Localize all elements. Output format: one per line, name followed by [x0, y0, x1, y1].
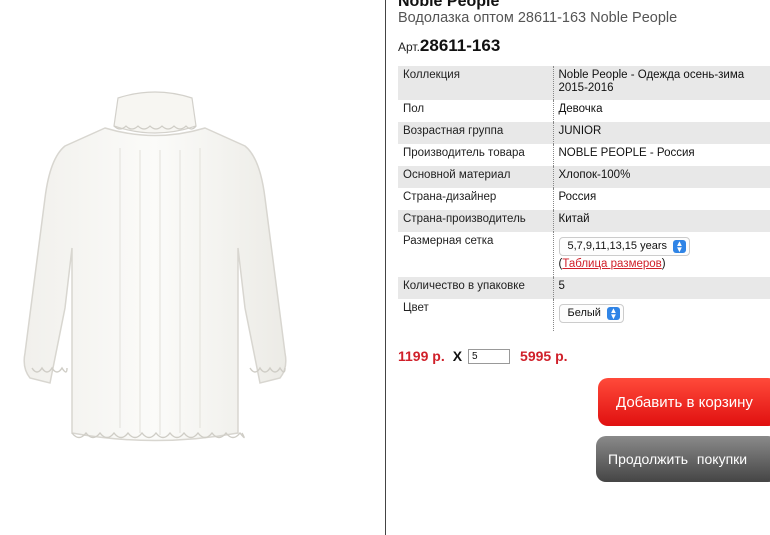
spec-table: Коллекция Noble People - Одежда осень-зи…	[398, 66, 770, 331]
spec-value: 5	[552, 277, 770, 299]
spec-row-production-country: Страна-производитель Китай	[398, 210, 770, 232]
spec-row-design-country: Страна-дизайнер Россия	[398, 188, 770, 210]
spec-value: Россия	[552, 188, 770, 210]
color-select-value: Белый	[567, 307, 601, 319]
select-arrows-icon: ▲ ▼	[672, 239, 686, 253]
spec-label: Коллекция	[398, 66, 553, 100]
spec-label: Возрастная группа	[398, 122, 553, 144]
select-arrows-icon: ▲ ▼	[606, 306, 620, 320]
spec-value: 5,7,9,11,13,15 years ▲ ▼ (Таблица размеро…	[552, 232, 770, 277]
spec-label: Цвет	[398, 299, 553, 331]
size-table-line: (Таблица размеров)	[559, 258, 766, 271]
spec-row-pack-quantity: Количество в упаковке 5	[398, 277, 770, 299]
spec-value: JUNIOR	[552, 122, 770, 144]
spec-label: Страна-производитель	[398, 210, 553, 232]
product-info-pane: Noble People Водолазка оптом 28611-163 N…	[398, 0, 770, 535]
quantity-input[interactable]	[468, 348, 511, 364]
spec-value: Китай	[552, 210, 770, 232]
size-select[interactable]: 5,7,9,11,13,15 years ▲ ▼	[558, 237, 690, 256]
price-row: 1199 р. X 5995 р.	[398, 348, 568, 364]
product-subtitle: Водолазка оптом 28611-163 Noble People	[398, 10, 678, 26]
spec-row-collection: Коллекция Noble People - Одежда осень-зи…	[398, 66, 770, 100]
sweater-icon	[23, 91, 287, 442]
spec-value: Белый ▲ ▼	[552, 299, 770, 331]
continue-shopping-button[interactable]: Продолжить покупки	[596, 436, 770, 482]
size-link-close: )	[661, 258, 666, 270]
spec-row-manufacturer: Производитель товара NOBLE PEOPLE - Росс…	[398, 144, 770, 166]
spec-row-size-grid: Размерная сетка 5,7,9,11,13,15 years ▲ ▼ …	[398, 232, 770, 277]
spec-value: Девочка	[552, 100, 770, 122]
spec-row-age-group: Возрастная группа JUNIOR	[398, 122, 770, 144]
spec-label: Страна-дизайнер	[398, 188, 553, 210]
total-price: 5995 р.	[520, 348, 568, 364]
article-value: 28611-163	[419, 36, 501, 55]
spec-row-gender: Пол Девочка	[398, 100, 770, 122]
spec-value: Noble People - Одежда осень-зима 2015-20…	[552, 66, 770, 100]
product-image-pane	[0, 0, 385, 535]
spec-label: Количество в упаковке	[398, 277, 553, 299]
unit-price: 1199 р.	[398, 348, 445, 364]
add-to-cart-button[interactable]: Добавить в корзину	[598, 378, 770, 426]
color-select[interactable]: Белый ▲ ▼	[558, 304, 624, 323]
spec-label: Основной материал	[398, 166, 553, 188]
spec-row-color: Цвет Белый ▲ ▼	[398, 299, 770, 331]
size-select-value: 5,7,9,11,13,15 years	[567, 240, 667, 252]
spec-value: NOBLE PEOPLE - Россия	[552, 144, 770, 166]
spec-label: Пол	[398, 100, 553, 122]
spec-label: Размерная сетка	[398, 232, 553, 277]
size-table-link[interactable]: Таблица размеров	[562, 258, 661, 270]
article-number: Арт. 28611-163	[398, 36, 500, 58]
spec-value: Хлопок-100%	[552, 166, 770, 188]
spec-label: Производитель товара	[398, 144, 553, 166]
article-prefix: Арт.	[398, 40, 420, 54]
vertical-divider	[385, 0, 386, 535]
spec-row-material: Основной материал Хлопок-100%	[398, 166, 770, 188]
times-sign: X	[452, 348, 463, 364]
